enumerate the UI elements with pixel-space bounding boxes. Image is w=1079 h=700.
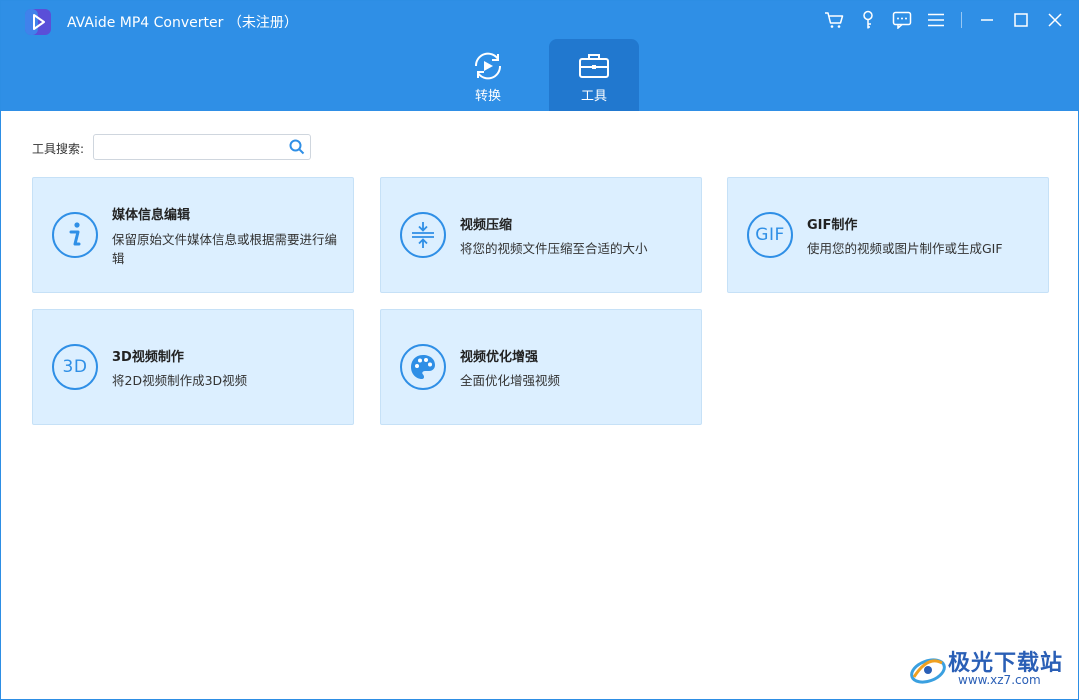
tab-convert[interactable]: 转换 <box>443 39 533 111</box>
maximize-icon[interactable] <box>1004 1 1038 39</box>
palette-icon <box>400 344 446 390</box>
tool-desc: 将您的视频文件压缩至合适的大小 <box>460 241 648 256</box>
header-bar: AVAide MP4 Converter （未注册） 转换 工具 <box>1 1 1078 111</box>
search-box <box>93 134 311 160</box>
watermark-url: www.xz7.com <box>958 673 1041 687</box>
tab-convert-label: 转换 <box>474 89 501 104</box>
cart-icon[interactable] <box>817 1 851 39</box>
3d-icon: 3D <box>52 344 98 390</box>
menu-icon[interactable] <box>919 1 953 39</box>
search-label: 工具搜索: <box>32 142 85 156</box>
watermark: 极光下载站 www.xz7.com <box>908 643 1068 693</box>
tool-title: 视频压缩 <box>460 218 513 233</box>
watermark-logo-icon <box>910 658 946 684</box>
key-icon[interactable] <box>851 1 885 39</box>
tool-title: GIF制作 <box>807 218 858 233</box>
window-controls <box>817 1 1078 39</box>
chat-icon[interactable] <box>885 1 919 39</box>
tool-desc: 全面优化增强视频 <box>460 373 561 388</box>
compress-icon <box>400 212 446 258</box>
tool-desc: 使用您的视频或图片制作或生成GIF <box>807 241 1003 256</box>
tool-card-media-info[interactable]: 媒体信息编辑 保留原始文件媒体信息或根据需要进行编辑 <box>32 177 354 293</box>
title-separator <box>961 12 962 28</box>
tool-card-gif-maker[interactable]: GIF GIF制作 使用您的视频或图片制作或生成GIF <box>727 177 1049 293</box>
tab-tools-label: 工具 <box>580 89 607 104</box>
tool-card-video-compress[interactable]: 视频压缩 将您的视频文件压缩至合适的大小 <box>380 177 702 293</box>
tool-desc: 保留原始文件媒体信息或根据需要进行编辑 <box>112 232 338 266</box>
tool-card-video-enhance[interactable]: 视频优化增强 全面优化增强视频 <box>380 309 702 425</box>
search-input[interactable] <box>94 135 279 159</box>
tool-title: 视频优化增强 <box>460 350 539 365</box>
gif-icon: GIF <box>747 212 793 258</box>
info-icon <box>52 212 98 258</box>
tool-title: 媒体信息编辑 <box>112 208 191 223</box>
main-tabs: 转换 工具 <box>443 39 655 111</box>
tab-tools[interactable]: 工具 <box>549 39 639 111</box>
app-logo-icon <box>25 9 51 35</box>
tool-card-3d-maker[interactable]: 3D 3D视频制作 将2D视频制作成3D视频 <box>32 309 354 425</box>
app-title: AVAide MP4 Converter （未注册） <box>67 15 298 31</box>
close-icon[interactable] <box>1038 1 1072 39</box>
tool-title: 3D视频制作 <box>112 350 184 365</box>
tool-desc: 将2D视频制作成3D视频 <box>112 373 248 388</box>
toolbox-icon <box>579 54 609 78</box>
app-window: AVAide MP4 Converter （未注册） 转换 工具 工具搜索: 媒… <box>0 0 1079 700</box>
search-icon[interactable] <box>289 139 305 155</box>
convert-icon <box>474 52 502 80</box>
minimize-icon[interactable] <box>970 1 1004 39</box>
